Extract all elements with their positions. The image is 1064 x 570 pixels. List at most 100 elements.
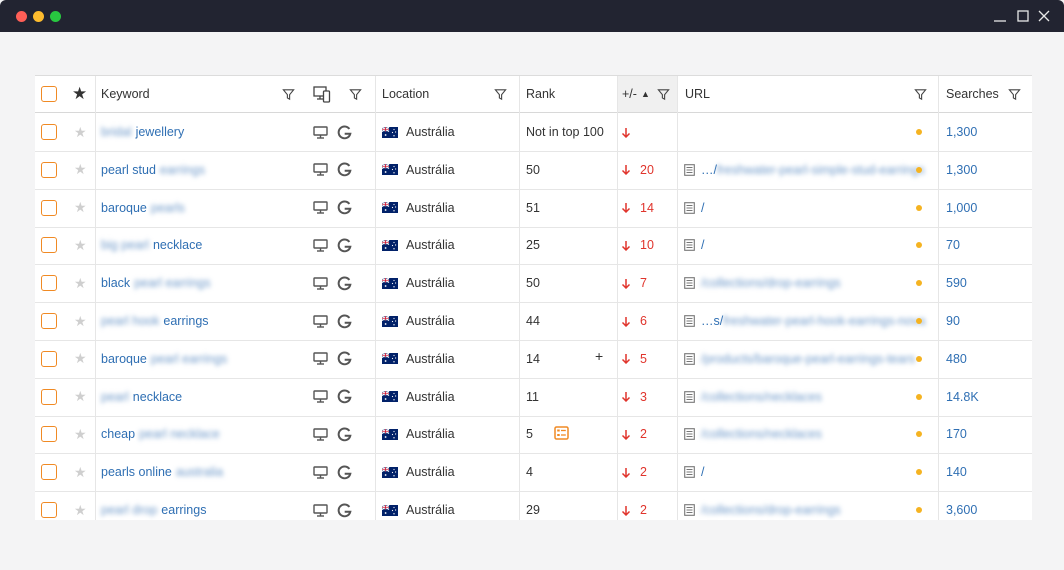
device-cell [313, 226, 328, 264]
row-checkbox[interactable] [41, 124, 57, 140]
keyword-cell[interactable]: pearl stud earrings [101, 151, 205, 189]
url-cell[interactable]: / [684, 226, 704, 264]
table-row[interactable]: ★ big pearl necklace Austrália 25 10 / 7… [35, 226, 1032, 266]
searches-value: 14.8K [946, 389, 979, 404]
table-row[interactable]: ★ cheap pearl necklace Austrália 5 2 /co… [35, 415, 1032, 455]
star-icon[interactable]: ★ [74, 313, 87, 330]
device-filter-icon[interactable] [349, 88, 362, 101]
keyword-cell[interactable]: bridal jewellery [101, 113, 184, 151]
add-note-icon[interactable]: + [595, 348, 603, 364]
keyword-cell[interactable]: baroque pearls [101, 189, 185, 227]
table-row[interactable]: ★ pearl hook earrings Austrália 44 6 …s/… [35, 302, 1032, 341]
change-header[interactable]: +/- ▲ [617, 76, 677, 112]
rank-value: 29 [526, 503, 540, 517]
star-icon[interactable]: ★ [74, 502, 87, 519]
row-checkbox[interactable] [41, 161, 57, 178]
star-icon[interactable]: ★ [74, 124, 87, 141]
table-row[interactable]: ★ black pearl earrings Austrália 50 7 /c… [35, 264, 1032, 304]
row-select-cell [41, 264, 59, 302]
row-checkbox[interactable] [41, 426, 57, 443]
row-select-cell [41, 453, 59, 491]
row-checkbox[interactable] [41, 350, 57, 367]
star-icon[interactable]: ★ [74, 388, 87, 405]
row-checkbox[interactable] [41, 237, 57, 254]
table-row[interactable]: ★ pearl necklace Austrália 11 3 /collect… [35, 378, 1032, 417]
url-cell[interactable]: /collections/drop-earrings [684, 264, 841, 302]
rank-value: 4 [526, 465, 533, 480]
status-dot [916, 355, 922, 362]
keyword-cell[interactable]: pearls online australia [101, 453, 223, 491]
table-row[interactable]: ★ baroque pearls Austrália 51 14 / 1,000 [35, 189, 1032, 228]
searches-value: 70 [946, 238, 960, 253]
keyword-cell[interactable]: cheap pearl necklace [101, 415, 220, 453]
minimize-traffic-light-icon[interactable] [33, 11, 44, 22]
keyword-cell[interactable]: pearl hook earrings [101, 302, 209, 340]
searches-header[interactable]: Searches [946, 76, 999, 112]
row-checkbox[interactable] [41, 502, 57, 518]
zoom-traffic-light-icon[interactable] [50, 11, 61, 22]
keyword-cell[interactable]: big pearl necklace [101, 226, 202, 264]
keyword-cell[interactable]: black pearl earrings [101, 264, 211, 302]
row-checkbox[interactable] [41, 464, 57, 481]
keyword-header[interactable]: Keyword [101, 76, 150, 112]
location-text: Austrália [406, 200, 455, 215]
rank-header[interactable]: Rank [526, 76, 555, 112]
searches-value: 140 [946, 465, 967, 480]
star-icon[interactable]: ★ [74, 237, 87, 254]
star-icon[interactable]: ★ [72, 84, 87, 104]
star-icon[interactable]: ★ [74, 350, 87, 367]
table-row[interactable]: ★ pearls online australia Austrália 4 2 … [35, 453, 1032, 493]
star-icon[interactable]: ★ [74, 464, 87, 481]
close-icon[interactable] [1036, 8, 1052, 24]
url-cell[interactable]: / [684, 189, 704, 227]
rank-value: 5 [526, 427, 533, 442]
keyword-cell[interactable]: pearl drop earrings [101, 491, 206, 520]
location-header[interactable]: Location [382, 76, 429, 112]
table-row[interactable]: ★ pearl stud earrings Austrália 50 20 …/… [35, 151, 1032, 190]
star-icon[interactable]: ★ [74, 426, 87, 443]
select-all-checkbox[interactable] [41, 86, 57, 102]
searches-value: 480 [946, 351, 967, 366]
arrow-down-icon [621, 505, 631, 516]
table-row[interactable]: ★ pearl drop earrings Austrália 29 2 /co… [35, 491, 1032, 520]
row-checkbox[interactable] [41, 199, 57, 216]
desktop-icon [313, 125, 328, 139]
url-cell[interactable]: /products/baroque-pearl-earrings-tears [684, 340, 915, 378]
searches-filter-icon[interactable] [1008, 88, 1021, 101]
row-checkbox[interactable] [41, 388, 57, 405]
maximize-icon[interactable] [1015, 8, 1031, 24]
url-cell[interactable]: /collections/necklaces [684, 415, 822, 453]
url-cell[interactable]: /collections/drop-earrings [684, 491, 841, 520]
table-row[interactable]: ★ baroque pearl earrings Austrália 14 5 … [35, 340, 1032, 379]
star-icon[interactable]: ★ [74, 161, 87, 178]
row-favorite-cell: ★ [74, 151, 87, 189]
keyword-cell[interactable]: baroque pearl earrings [101, 340, 227, 378]
table-row[interactable]: ★ bridal jewellery Austrália Not in top … [35, 113, 1032, 152]
device-type-icon[interactable] [313, 85, 331, 103]
star-icon[interactable]: ★ [74, 275, 87, 292]
searches-cell: 480 [946, 340, 967, 378]
change-filter-icon[interactable] [657, 88, 670, 101]
row-checkbox[interactable] [41, 313, 57, 329]
close-traffic-light-icon[interactable] [16, 11, 27, 22]
keyword-filter-icon[interactable] [282, 88, 295, 101]
url-header[interactable]: URL [685, 76, 710, 112]
minimize-icon[interactable] [992, 8, 1008, 24]
change-value: 5 [640, 351, 647, 366]
star-icon[interactable]: ★ [74, 199, 87, 216]
url-cell[interactable]: / [684, 453, 704, 491]
serp-features-icon[interactable] [554, 426, 569, 440]
search-engine-cell [337, 226, 352, 264]
arrow-down-icon [621, 165, 631, 176]
url-cell[interactable]: …s/ freshwater-pearl-hook-earrings-nova [684, 302, 925, 340]
location-filter-icon[interactable] [494, 88, 507, 101]
url-filter-icon[interactable] [914, 88, 927, 101]
keyword-suffix: pearls [150, 200, 185, 215]
row-checkbox[interactable] [41, 275, 57, 292]
desktop-icon [313, 314, 328, 328]
url-cell[interactable]: /collections/necklaces [684, 378, 822, 416]
select-all-cell [41, 76, 59, 112]
keyword-cell[interactable]: pearl necklace [101, 378, 182, 416]
desktop-icon [313, 390, 328, 403]
url-cell[interactable]: …/ freshwater-pearl-simple-stud-earrings [684, 151, 925, 189]
